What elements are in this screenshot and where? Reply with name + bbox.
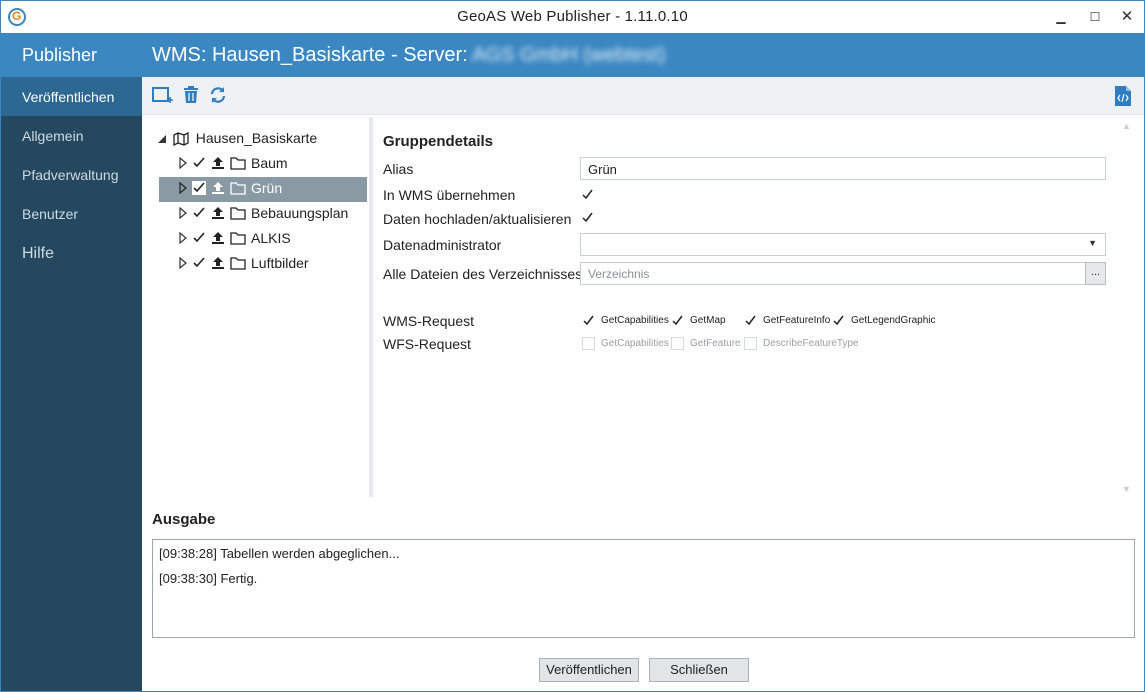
tree-item-gruen[interactable]: Grün [159, 177, 367, 202]
tree-item-label: Grün [251, 180, 283, 196]
wms-getlegendgraphic-label: GetLegendGraphic [851, 315, 936, 326]
expand-icon[interactable] [179, 206, 189, 220]
alias-label: Alias [383, 161, 414, 177]
wfs-request-label: WFS-Request [383, 336, 471, 352]
browse-button[interactable]: ... [1085, 262, 1106, 285]
expand-icon[interactable] [179, 231, 189, 245]
sidebar-item-hilfe[interactable]: Hilfe [1, 233, 142, 272]
tree-item-baum[interactable]: Baum [159, 152, 367, 177]
sidebar-item-pfadverwaltung[interactable]: Pfadverwaltung [1, 155, 142, 194]
wfs-getcapabilities-checkbox[interactable] [582, 337, 595, 350]
sidebar-item-allgemein[interactable]: Allgemein [1, 116, 142, 155]
minimize-button[interactable]: ▁ [1047, 5, 1075, 29]
tree-item-luftbilder[interactable]: Luftbilder [159, 252, 367, 277]
scroll-down-icon[interactable]: ▼ [1122, 484, 1131, 494]
output-log[interactable]: [09:38:28] Tabellen werden abgeglichen..… [152, 539, 1135, 638]
upload-icon [211, 206, 225, 220]
close-button[interactable]: Schließen [649, 658, 749, 682]
folder-icon [230, 181, 246, 195]
sidebar: Publisher Veröffentlichen Allgemein Pfad… [1, 33, 142, 691]
collapse-icon[interactable] [157, 134, 167, 144]
tree-root-label: Hausen_Basiskarte [195, 130, 318, 146]
log-line: [09:38:28] Tabellen werden abgeglichen..… [159, 546, 400, 561]
toolbar [142, 77, 1144, 115]
checkbox[interactable] [192, 231, 206, 245]
wfs-getfeature-label: GetFeature [690, 338, 741, 349]
sidebar-item-benutzer[interactable]: Benutzer [1, 194, 142, 233]
wms-checkbox[interactable] [581, 188, 594, 201]
wms-getfeatureinfo-label: GetFeatureInfo [763, 315, 831, 326]
checkbox[interactable] [192, 206, 206, 220]
close-window-button[interactable]: ✕ [1113, 5, 1141, 29]
window-title: GeoAS Web Publisher - 1.11.0.10 [457, 8, 688, 25]
add-layer-icon[interactable] [152, 86, 174, 108]
expand-icon[interactable] [179, 156, 189, 170]
folder-icon [230, 156, 246, 170]
files-label: Alle Dateien des Verzeichnisses [383, 266, 583, 282]
wfs-getcapabilities-label: GetCapabilities [601, 338, 669, 349]
tree-root[interactable]: Hausen_Basiskarte [157, 130, 317, 150]
wfs-describefeaturetype-label: DescribeFeatureType [763, 338, 859, 349]
section-title: Gruppendetails [383, 133, 494, 150]
app-window: GeoAS Web Publisher - 1.11.0.10 ▁ ☐ ✕ Pu… [0, 0, 1145, 692]
sidebar-title: Publisher [1, 33, 142, 77]
tree-item-label: ALKIS [251, 230, 291, 246]
upload-icon [211, 156, 225, 170]
tree-item-label: Baum [251, 155, 288, 171]
group-details-panel: Gruppendetails Alias Grün In WMS überneh… [373, 117, 1144, 497]
alias-input[interactable]: Grün [580, 157, 1106, 180]
folder-icon [230, 256, 246, 270]
wms-label: In WMS übernehmen [383, 187, 516, 203]
wfs-describefeaturetype-checkbox[interactable] [744, 337, 757, 350]
admin-dropdown[interactable]: ▼ [580, 233, 1106, 256]
tree-item-alkis[interactable]: ALKIS [159, 227, 367, 252]
upload-label: Daten hochladen/aktualisieren [383, 211, 572, 227]
tree-item-label: Luftbilder [251, 255, 309, 271]
admin-label: Datenadministrator [383, 237, 502, 253]
directory-input[interactable]: Verzeichnis [580, 262, 1086, 285]
map-icon [173, 132, 189, 147]
refresh-icon[interactable] [209, 86, 231, 108]
wms-getmap-checkbox[interactable] [671, 314, 684, 327]
page-title: WMS: Hausen_Basiskarte - Server: [152, 44, 473, 66]
delete-icon[interactable] [182, 86, 204, 108]
expand-icon[interactable] [179, 256, 189, 270]
sidebar-item-veroeffentlichen[interactable]: Veröffentlichen [1, 77, 142, 116]
upload-icon [211, 181, 225, 195]
checkbox[interactable] [192, 181, 206, 195]
wms-request-label: WMS-Request [383, 313, 475, 329]
wms-getfeatureinfo-checkbox[interactable] [744, 314, 757, 327]
upload-icon [211, 231, 225, 245]
folder-icon [230, 206, 246, 220]
checkbox[interactable] [192, 256, 206, 270]
tree-item-bebauungsplan[interactable]: Bebauungsplan [159, 202, 367, 227]
log-line: [09:38:30] Fertig. [159, 571, 258, 586]
output-title: Ausgabe [152, 511, 216, 528]
code-file-icon[interactable] [1114, 85, 1136, 107]
scroll-up-icon[interactable]: ▲ [1122, 121, 1131, 131]
upload-icon [211, 256, 225, 270]
wms-getlegendgraphic-checkbox[interactable] [832, 314, 845, 327]
checkbox[interactable] [192, 156, 206, 170]
title-bar: GeoAS Web Publisher - 1.11.0.10 ▁ ☐ ✕ [1, 1, 1144, 33]
layer-tree: Hausen_Basiskarte Baum Grün Bebauungspla… [144, 117, 369, 497]
tree-item-label: Bebauungsplan [251, 205, 349, 221]
maximize-button[interactable]: ☐ [1081, 5, 1109, 29]
wms-getcapabilities-checkbox[interactable] [582, 314, 595, 327]
folder-icon [230, 231, 246, 245]
upload-checkbox[interactable] [581, 211, 594, 224]
server-name: AGS GmbH (webtest) [472, 44, 666, 66]
page-header: WMS: Hausen_Basiskarte - Server: AGS Gmb… [142, 33, 1144, 77]
publish-button[interactable]: Veröffentlichen [539, 658, 639, 682]
wms-getmap-label: GetMap [690, 315, 726, 326]
expand-icon[interactable] [179, 181, 189, 195]
wfs-getfeature-checkbox[interactable] [671, 337, 684, 350]
chevron-down-icon: ▼ [1088, 238, 1097, 248]
wms-getcapabilities-label: GetCapabilities [601, 315, 669, 326]
